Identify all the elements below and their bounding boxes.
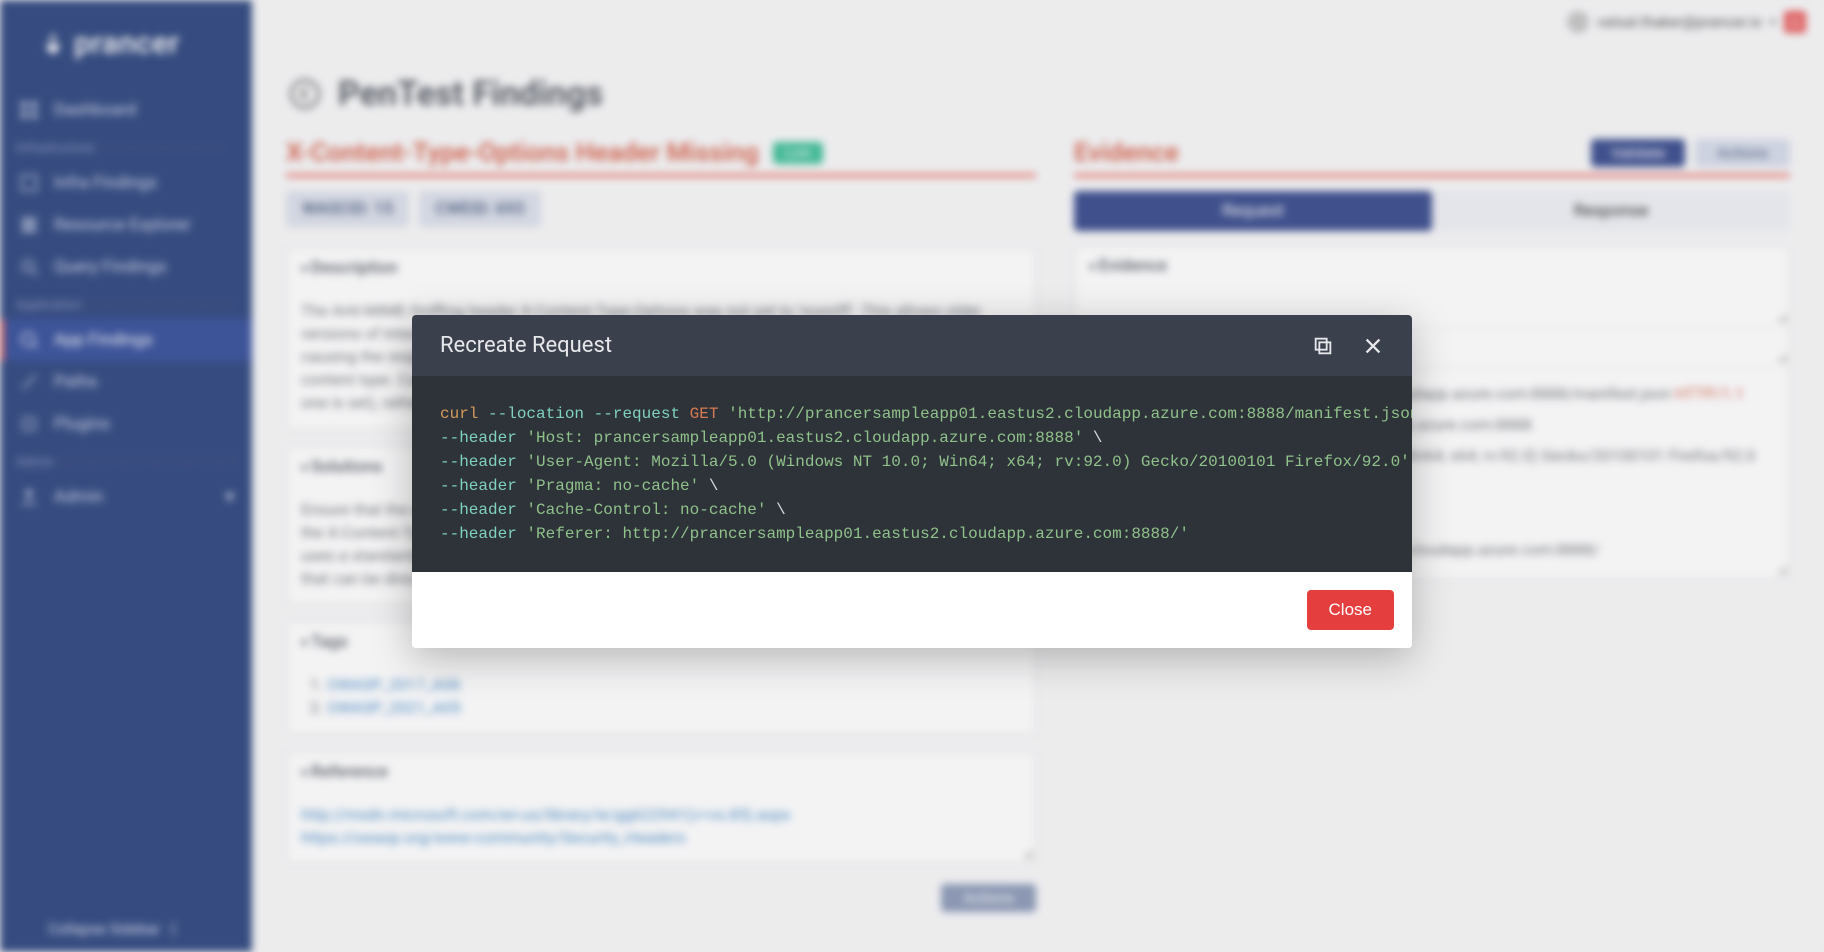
modal-footer: Close xyxy=(412,572,1412,648)
copy-icon[interactable] xyxy=(1312,335,1334,357)
modal-header: Recreate Request xyxy=(412,315,1412,376)
recreate-request-modal: Recreate Request curl --location --reque… xyxy=(412,315,1412,648)
close-icon[interactable] xyxy=(1362,335,1384,357)
curl-code-block[interactable]: curl --location --request GET 'http://pr… xyxy=(412,376,1412,572)
modal-overlay[interactable]: Recreate Request curl --location --reque… xyxy=(0,0,1824,952)
close-button[interactable]: Close xyxy=(1307,590,1394,630)
modal-title: Recreate Request xyxy=(440,333,612,358)
